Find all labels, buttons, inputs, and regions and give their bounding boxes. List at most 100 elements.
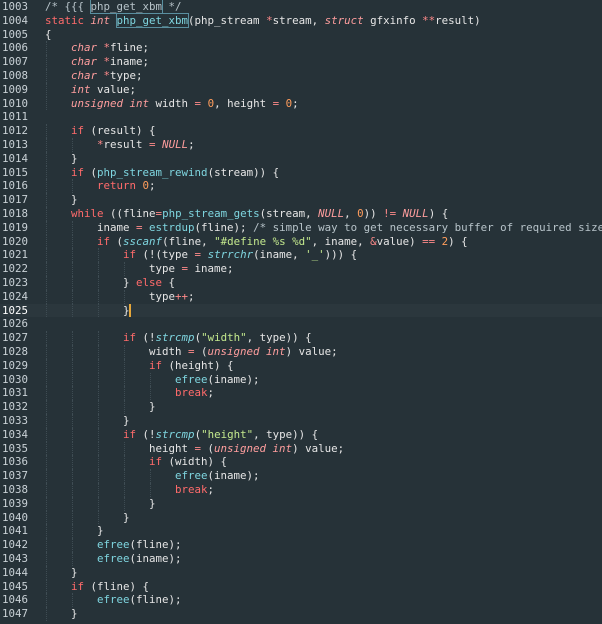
indent-guide: [98, 400, 99, 414]
code-token: , type)) {: [253, 427, 319, 441]
code-line[interactable]: 1010 unsigned int width = 0, height = 0;: [0, 96, 602, 111]
code-text: while ((fline=php_stream_gets(stream, NU…: [45, 207, 448, 221]
line-number: 1010: [1, 96, 28, 110]
code-line[interactable]: 1031 break;: [0, 386, 602, 401]
code-editor[interactable]: 1003 /* {{{ php_get_xbm */ 1004 static int …: [0, 0, 602, 624]
text-cursor: [128, 303, 131, 317]
code-token: if: [97, 234, 117, 248]
indent-guide: [72, 248, 73, 263]
code-line[interactable]: 1042 efree(fline);: [0, 538, 602, 552]
code-token: width: [45, 345, 189, 358]
code-line[interactable]: 1046 efree(fline);: [0, 593, 602, 608]
code-line[interactable]: 1024 type++;: [0, 289, 602, 304]
code-line[interactable]: 1043 efree(iname);: [0, 552, 602, 566]
code-token: !=: [383, 207, 403, 220]
indent-guide: [72, 552, 73, 566]
indent-guide: [124, 289, 125, 304]
code-line[interactable]: 1013 *result = NULL;: [0, 138, 602, 152]
line-number: 1030: [1, 372, 28, 386]
code-token: result): [435, 13, 481, 27]
code-line[interactable]: 1035 height = (unsigned int) value;: [0, 441, 602, 456]
code-line[interactable]: 1017 }: [0, 193, 602, 207]
line-number: 1003: [1, 0, 28, 13]
code-text: efree(iname);: [45, 552, 182, 566]
code-token: }: [45, 193, 78, 207]
code-line[interactable]: 1039 }: [0, 496, 602, 511]
line-number: 1038: [1, 483, 28, 496]
code-token: php_get_xbm: [89, 0, 164, 14]
code-line[interactable]: 1020 if (sscanf(fline, "#define %s %d", …: [0, 234, 602, 249]
code-line[interactable]: 1007 char *iname;: [0, 55, 602, 69]
line-number: 1039: [1, 496, 28, 510]
code-token: NULL: [162, 138, 189, 151]
code-area[interactable]: 1003 /* {{{ php_get_xbm */ 1004 static int …: [0, 0, 602, 624]
code-line[interactable]: 1040 }: [0, 510, 602, 525]
code-line[interactable]: 1014 }: [0, 151, 602, 166]
code-line[interactable]: 1011: [0, 110, 602, 124]
code-line[interactable]: 1028 width = (unsigned int) value;: [0, 345, 602, 359]
code-line[interactable]: 1012 if (result) {: [0, 124, 602, 138]
code-line[interactable]: 1005 {: [0, 28, 602, 42]
code-token: =: [136, 220, 150, 234]
code-line[interactable]: 1025 }: [0, 303, 602, 318]
code-text: int value;: [45, 83, 136, 97]
code-line[interactable]: 1044 }: [0, 565, 602, 580]
code-line[interactable]: 1018 while ((fline=php_stream_gets(strea…: [0, 207, 602, 221]
code-line[interactable]: 1015 if (php_stream_rewind(stream)) {: [0, 165, 602, 180]
code-line[interactable]: 1038 break;: [0, 483, 602, 497]
code-token: (iname);: [129, 552, 182, 565]
code-token: iname: [45, 220, 137, 234]
line-number: 1028: [1, 345, 28, 358]
code-line[interactable]: 1030 efree(iname);: [0, 372, 602, 387]
code-token: type: [45, 262, 182, 276]
indent-guide: [72, 455, 73, 470]
code-line[interactable]: 1041 }: [0, 524, 602, 539]
code-line[interactable]: 1033 }: [0, 414, 602, 428]
code-text: height = (unsigned int) value;: [45, 442, 344, 456]
indent-guide: [98, 372, 99, 387]
code-token: break: [175, 386, 208, 400]
code-line[interactable]: 1003 /* {{{ php_get_xbm */: [0, 0, 602, 14]
code-token: =: [188, 345, 202, 358]
line-number: 1046: [1, 593, 28, 607]
code-token: (iname);: [207, 372, 260, 386]
code-token: if: [149, 358, 169, 372]
code-line[interactable]: 1027 if (!strcmp("width", type)) {: [0, 331, 602, 345]
code-line[interactable]: 1032 }: [0, 400, 602, 414]
code-text: }: [45, 400, 156, 414]
code-line[interactable]: 1029 if (height) {: [0, 358, 602, 373]
indent-guide: [124, 358, 125, 373]
code-line[interactable]: 1047 }: [0, 607, 602, 621]
code-line[interactable]: 1019 iname = estrdup(fline); /* simple w…: [0, 220, 602, 235]
code-line[interactable]: 1004 static int php_get_xbm(php_stream *s…: [0, 12, 602, 28]
code-token: strcmp: [155, 331, 195, 345]
code-text: {: [45, 28, 52, 42]
code-token: efree: [97, 593, 130, 607]
code-line[interactable]: 1023 } else {: [0, 276, 602, 290]
code-line[interactable]: 1026: [0, 317, 602, 331]
code-line[interactable]: 1034 if (!strcmp("height", type)) {: [0, 427, 602, 442]
code-line[interactable]: 1006 char *fline;: [0, 41, 602, 56]
indent-guide: [46, 538, 47, 552]
code-line[interactable]: 1045 if (fline) {: [0, 579, 602, 594]
indent-guide: [46, 41, 47, 56]
code-token: (php_stream: [188, 13, 267, 27]
code-line[interactable]: 1036 if (width) {: [0, 455, 602, 470]
line-number: 1044: [1, 565, 28, 579]
code-token: ;: [188, 138, 195, 151]
code-line[interactable]: 1037 efree(iname);: [0, 469, 602, 483]
indent-guide: [46, 552, 47, 566]
code-token: , iname,: [311, 234, 371, 248]
code-line[interactable]: 1009 int value;: [0, 82, 602, 97]
code-line[interactable]: 1016 return 0;: [0, 179, 602, 194]
code-line[interactable]: 1008 char *type;: [0, 69, 602, 83]
indent-guide: [124, 483, 125, 497]
code-line[interactable]: 1022 type = iname;: [0, 262, 602, 276]
indent-guide: [46, 207, 47, 221]
indent-guide: [46, 96, 47, 111]
code-line[interactable]: 1021 if (!(type = strrchr(iname, '_'))) …: [0, 248, 602, 263]
